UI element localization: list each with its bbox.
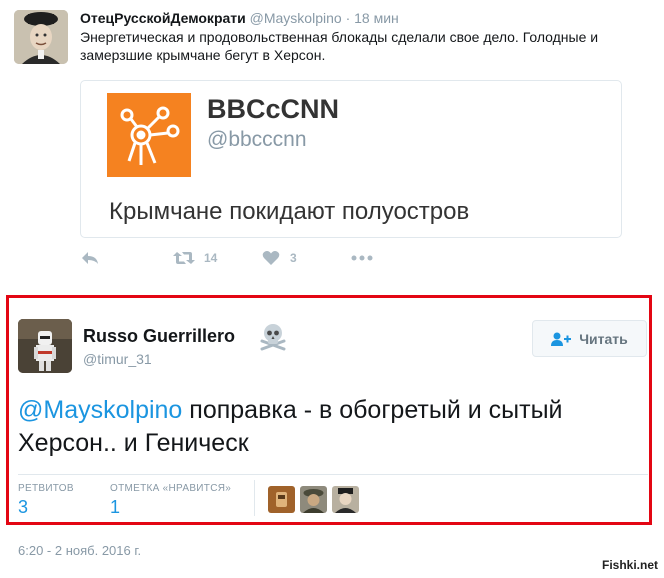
quoted-text: Крымчане покидают полуостров — [109, 198, 470, 225]
tweet2-timestamp[interactable]: 6:20 - 2 нояб. 2016 г. — [18, 543, 141, 559]
like-count: 3 — [290, 251, 297, 265]
tweet2-text: @Mayskolpino поправка - в обогретый и сы… — [18, 394, 638, 460]
liker-avatar[interactable] — [300, 486, 327, 513]
more-button[interactable] — [350, 250, 374, 266]
heart-icon — [262, 251, 280, 265]
likes-label[interactable]: ОТМЕТКА «НРАВИТСЯ» — [110, 483, 231, 495]
liker-avatar[interactable] — [268, 486, 295, 513]
separator-dot: · — [345, 10, 351, 26]
tweet1-author-name[interactable]: ОтецРусскойДемократи — [80, 10, 246, 26]
stats-divider — [18, 474, 648, 475]
more-dots-icon — [351, 255, 373, 261]
retweet-count: 14 — [204, 251, 218, 265]
like-button[interactable]: 3 — [262, 250, 297, 266]
tweet2-author-name[interactable]: Russo Guerrillero — [83, 325, 235, 347]
follow-button-label: Читать — [579, 330, 628, 347]
quoted-tweet-card[interactable]: BBCcCNN @bbcccnn Крымчане покидают полуо… — [80, 80, 622, 238]
tweet1-time[interactable]: 18 мин — [354, 10, 399, 26]
tweet1-text: Энергетическая и продовольственная блока… — [80, 29, 599, 63]
likes-value[interactable]: 1 — [110, 496, 120, 518]
tweet1-actions: 14 3 — [80, 250, 620, 274]
retweets-label[interactable]: РЕТВИТОВ — [18, 483, 74, 495]
skull-crossbones-icon — [258, 321, 288, 351]
reply-icon — [82, 252, 98, 264]
reply-button[interactable] — [80, 250, 100, 266]
tweet1-avatar[interactable] — [14, 10, 68, 64]
quoted-author-name: BBCcCNN — [207, 94, 340, 124]
tweet1-author-handle[interactable]: @Mayskolpino — [250, 10, 342, 26]
follow-button[interactable]: Читать — [532, 320, 647, 357]
tweet1-header: ОтецРусскойДемократи @Mayskolpino · 18 м… — [80, 10, 399, 27]
add-user-icon — [551, 332, 572, 346]
retweet-button[interactable]: 14 — [172, 250, 217, 266]
bbcccnn-logo-icon — [107, 93, 191, 177]
quoted-author-handle: @bbcccnn — [207, 128, 307, 151]
watermark: Fishki.net — [601, 558, 658, 572]
mention-link[interactable]: @Mayskolpino — [18, 396, 182, 424]
liker-avatar[interactable] — [332, 486, 359, 513]
retweets-value[interactable]: 3 — [18, 496, 28, 518]
tweet2-avatar[interactable] — [18, 319, 72, 373]
tweet2-author-handle[interactable]: @timur_31 — [83, 350, 152, 368]
retweet-icon — [173, 252, 195, 264]
stats-vertical-divider — [254, 480, 255, 516]
